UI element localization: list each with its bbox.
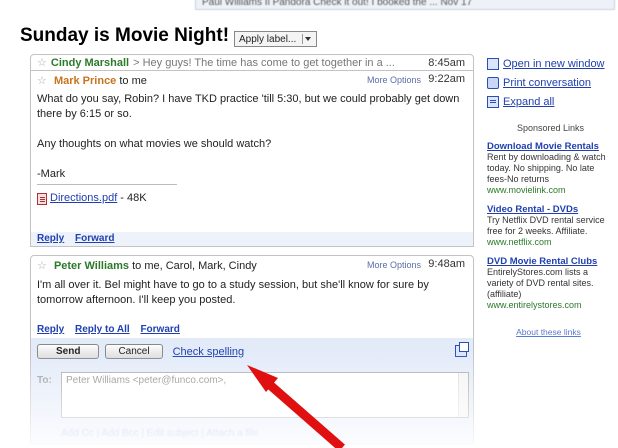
- print-conversation-link[interactable]: Print conversation: [487, 73, 618, 92]
- reply-all-link[interactable]: Reply to All: [75, 324, 130, 335]
- ad-title[interactable]: Video Rental - DVDs: [487, 204, 609, 215]
- more-options-link[interactable]: More Options: [367, 260, 421, 270]
- ad-url[interactable]: www.movielink.com: [487, 185, 609, 196]
- sender-name: Cindy Marshall: [50, 56, 130, 69]
- signature: -Mark: [37, 168, 66, 180]
- conversation-thread: ☆ Cindy Marshall > Hey guys! The time ha…: [30, 54, 474, 445]
- attachment-link[interactable]: Directions.pdf: [50, 191, 117, 206]
- ad-text: EntirelyStores.com lists a variety of DV…: [487, 267, 594, 299]
- reply-link[interactable]: Reply: [37, 233, 64, 244]
- message-actions: Reply Reply to All Forward: [31, 322, 473, 338]
- divider: [37, 184, 177, 185]
- to-field-scrollbar[interactable]: [458, 373, 468, 417]
- pdf-file-icon: [37, 192, 47, 205]
- sponsored-heading: Sponsored Links: [516, 123, 585, 133]
- sponsored-ad: Download Movie Rentals Rent by downloadi…: [487, 141, 609, 196]
- conversation-title: Sunday is Movie Night!: [20, 25, 230, 46]
- expand-all-link[interactable]: Expand all: [487, 92, 618, 111]
- sidebar-link-label[interactable]: Print conversation: [503, 77, 591, 89]
- ad-title[interactable]: DVD Movie Rental Clubs: [487, 256, 609, 267]
- reply-link[interactable]: Reply: [37, 324, 64, 335]
- forward-link[interactable]: Forward: [140, 324, 179, 335]
- sidebar-link-label[interactable]: Expand all: [503, 96, 554, 108]
- message-snippet: > Hey guys! The time has come to get tog…: [133, 56, 395, 69]
- message-header: ☆ Peter Williams to me, Carol, Mark, Cin…: [31, 256, 473, 274]
- reply-compose-box: Send Cancel Check spelling To: Peter Wil…: [31, 338, 473, 445]
- apply-label-dropdown[interactable]: Apply label...: [234, 31, 318, 47]
- body-paragraph: What do you say, Robin? I have TKD pract…: [37, 93, 460, 120]
- background-message-row: Paul Williams Il Pandora Check it out! I…: [0, 0, 618, 22]
- more-options-link[interactable]: More Options: [367, 75, 421, 85]
- attachment-size: - 48K: [120, 192, 147, 204]
- message-header: ☆ Mark Prince to me More Options 9:22am: [31, 71, 473, 89]
- ad-text: Try Netflix DVD rental service free for …: [487, 215, 605, 236]
- ad-title[interactable]: Download Movie Rentals: [487, 141, 609, 152]
- open-new-window-link[interactable]: Open in new window: [487, 54, 618, 73]
- star-icon[interactable]: ☆: [37, 56, 47, 69]
- check-spelling-link[interactable]: Check spelling: [173, 346, 245, 358]
- sender-name[interactable]: Mark Prince: [54, 75, 116, 87]
- compose-extra-links[interactable]: Add Cc | Add Bcc | Edit subject | Attach…: [61, 428, 258, 439]
- expand-icon: [487, 95, 499, 108]
- message-body: I'm all over it. Bel might have to go to…: [37, 279, 429, 306]
- compose-toolbar: Send Cancel Check spelling: [37, 344, 244, 359]
- ad-text: Rent by downloading & watch today. No sh…: [487, 152, 606, 184]
- print-icon: [487, 76, 499, 89]
- message-time: 9:22am: [428, 73, 465, 85]
- ad-url[interactable]: www.netflix.com: [487, 237, 609, 248]
- attachment: Directions.pdf - 48K: [37, 191, 467, 206]
- body-paragraph: Any thoughts on what movies we should wa…: [37, 138, 272, 150]
- star-icon[interactable]: ☆: [37, 260, 47, 272]
- sidebar: Open in new window Print conversation Ex…: [487, 54, 618, 337]
- star-icon[interactable]: ☆: [37, 75, 47, 87]
- expanded-message: ☆ Peter Williams to me, Carol, Mark, Cin…: [30, 255, 474, 445]
- sponsored-ad: DVD Movie Rental Clubs EntirelyStores.co…: [487, 256, 609, 311]
- popout-icon[interactable]: [455, 342, 469, 357]
- apply-label-text: Apply label...: [239, 33, 297, 45]
- to-value: Peter Williams <peter@funco.com>,: [66, 375, 227, 386]
- expanded-message: ☆ Mark Prince to me More Options 9:22am …: [30, 71, 474, 247]
- sender-name[interactable]: Peter Williams: [54, 260, 129, 272]
- sponsored-ad: Video Rental - DVDs Try Netflix DVD rent…: [487, 204, 609, 248]
- to-field[interactable]: Peter Williams <peter@funco.com>,: [61, 372, 469, 418]
- recipients: to me: [119, 75, 147, 87]
- to-label: To:: [37, 375, 52, 386]
- message-time: 8:45am: [428, 57, 465, 69]
- chevron-down-icon: [302, 34, 312, 44]
- collapsed-message[interactable]: ☆ Cindy Marshall > Hey guys! The time ha…: [30, 54, 474, 71]
- message-body: What do you say, Robin? I have TKD pract…: [31, 89, 473, 206]
- send-button[interactable]: Send: [37, 344, 100, 359]
- message-time: 9:48am: [428, 258, 465, 270]
- recipients: to me, Carol, Mark, Cindy: [132, 260, 257, 272]
- blurred-inbox-row: Paul Williams Il Pandora Check it out! I…: [195, 0, 615, 10]
- ad-url[interactable]: www.entirelystores.com: [487, 300, 609, 311]
- about-links[interactable]: About these links: [487, 327, 618, 337]
- sidebar-link-label[interactable]: Open in new window: [503, 58, 605, 70]
- forward-link[interactable]: Forward: [75, 233, 114, 244]
- cancel-button[interactable]: Cancel: [105, 344, 163, 359]
- new-window-icon: [487, 57, 499, 70]
- message-actions: Reply Forward: [31, 232, 473, 246]
